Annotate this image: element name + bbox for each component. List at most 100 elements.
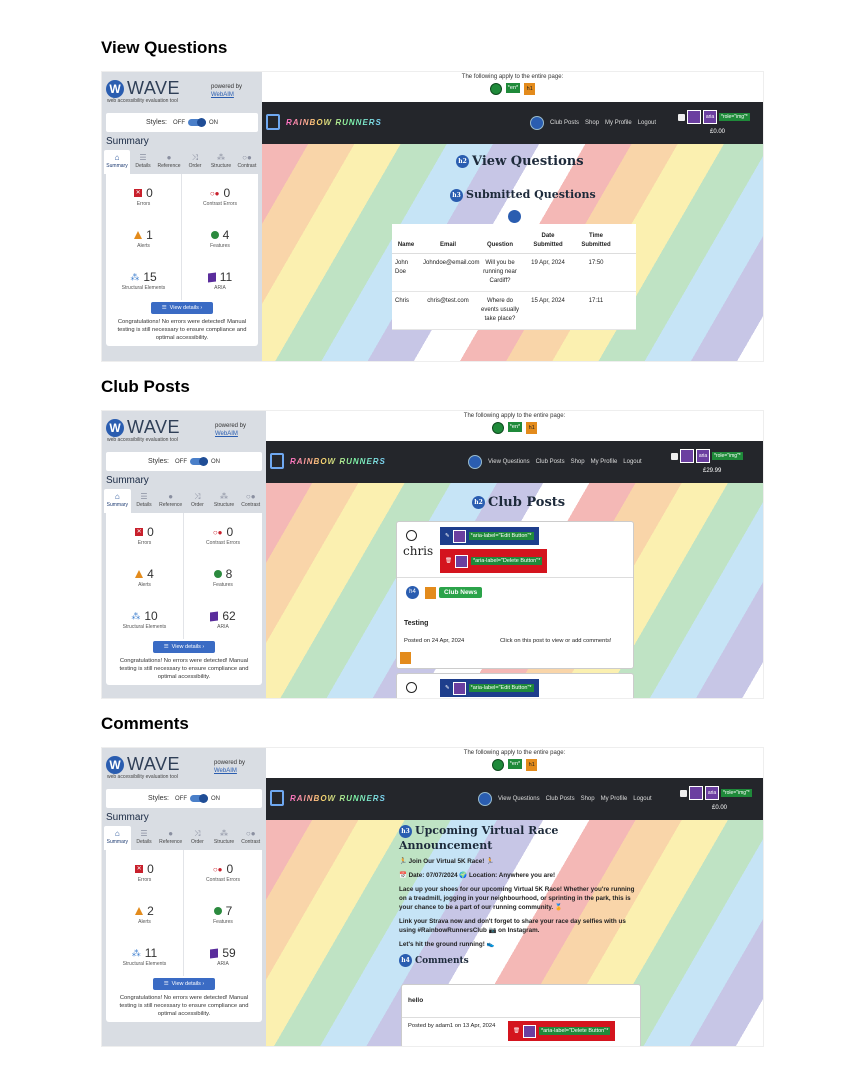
nav-my-profile[interactable]: My Profile	[601, 796, 628, 802]
lang-badge[interactable]: *en*	[505, 83, 521, 93]
edit-button[interactable]: ✎ *aria-label="Edit Button"*	[440, 679, 539, 697]
tab-structure[interactable]: ⁂ Structure	[211, 489, 238, 513]
features-count[interactable]: 8 Features	[184, 555, 262, 597]
cart[interactable]: aria *role="img"*	[671, 449, 743, 463]
alerts-count[interactable]: 2 Alerts	[106, 892, 184, 934]
structural-count[interactable]: ⁂ 10 Structural Elements	[106, 597, 184, 639]
nav-my-profile[interactable]: My Profile	[605, 120, 632, 126]
tab-order[interactable]: ⤨ Order	[182, 150, 208, 174]
tab-structure[interactable]: ⁂ Structure	[211, 826, 238, 850]
brand-logo[interactable]: RAINBOW RUNNERS	[266, 114, 382, 130]
nav-logout[interactable]: Logout	[623, 459, 641, 465]
styles-toggle[interactable]	[190, 457, 208, 466]
structural-count[interactable]: ⁂ 11 Structural Elements	[106, 934, 184, 976]
contrast-errors-count[interactable]: ○● 0 Contrast Errors	[182, 174, 258, 216]
aria-tag-icon	[452, 529, 466, 543]
error-icon: ✕	[135, 528, 144, 536]
nav-logout[interactable]: Logout	[633, 796, 651, 802]
bag-icon	[678, 113, 685, 121]
aria-icon	[210, 610, 219, 622]
nav-logout[interactable]: Logout	[638, 120, 656, 126]
features-count[interactable]: 7 Features	[184, 892, 262, 934]
nav-club-posts[interactable]: Club Posts	[536, 459, 565, 465]
errors-count[interactable]: ✕ 0 Errors	[106, 850, 184, 892]
tab-reference[interactable]: ● Reference	[156, 150, 182, 174]
aria-count[interactable]: 62 ARIA	[184, 597, 262, 639]
webaim-link[interactable]: WebAIM	[215, 431, 238, 437]
cart[interactable]: aria *role="img"*	[678, 110, 750, 124]
contrast-error-icon: ○●	[209, 188, 220, 198]
contrast-errors-count[interactable]: ○● 0 Contrast Errors	[184, 513, 262, 555]
tab-reference[interactable]: ● Reference	[157, 489, 184, 513]
styles-toggle[interactable]	[188, 118, 206, 127]
features-count[interactable]: 4 Features	[182, 216, 258, 258]
tab-structure[interactable]: ⁂ Structure	[208, 150, 234, 174]
tab-order[interactable]: ⤨ Order	[184, 489, 211, 513]
styles-toggle[interactable]	[190, 794, 208, 803]
delete-button[interactable]: 🗑 *aria-label="Delete Button"*	[440, 549, 548, 573]
alerts-count[interactable]: 4 Alerts	[106, 555, 184, 597]
tab-details[interactable]: ☰ Details	[131, 826, 158, 850]
tab-reference[interactable]: ● Reference	[157, 826, 184, 850]
post-line-date: 📅 Date: 07/07/2024 🌍 Location: Anywhere …	[399, 872, 556, 879]
section-title-comments: Comments	[101, 714, 189, 733]
tab-summary[interactable]: ⌂ Summary	[104, 826, 131, 850]
cart-price: £0.00	[712, 805, 728, 811]
language-icon[interactable]	[491, 759, 504, 771]
wave-logo: W WAVE	[106, 78, 180, 99]
tab-contrast[interactable]: ○● Contrast	[237, 489, 264, 513]
nav-club-posts[interactable]: Club Posts	[550, 120, 579, 126]
info-icon: ●	[168, 492, 174, 501]
wave-logo-icon: W	[106, 418, 124, 437]
brand-logo[interactable]: RAINBOW RUNNERS	[270, 790, 386, 806]
order-icon: ⤨	[191, 153, 199, 162]
post-card[interactable]: ✎ *aria-label="Edit Button"*	[396, 673, 634, 698]
post-cta[interactable]: Click on this post to view or add commen…	[500, 638, 611, 644]
navbar: RAINBOW RUNNERS Club Posts Shop My Profi…	[262, 102, 763, 144]
trash-icon: 🗑	[513, 1028, 520, 1034]
tab-details[interactable]: ☰ Details	[131, 489, 158, 513]
webaim-link[interactable]: WebAIM	[214, 768, 237, 774]
delete-button[interactable]: 🗑 *aria-label="Delete Button"*	[508, 1021, 616, 1041]
aria-count[interactable]: 11 ARIA	[182, 258, 258, 300]
structure-icon: ⁂	[220, 829, 229, 838]
navbar: RAINBOW RUNNERS View Questions Club Post…	[266, 441, 763, 483]
list-icon: ☰	[140, 829, 148, 838]
errors-count[interactable]: ✕ 0 Errors	[106, 513, 184, 555]
alerts-count[interactable]: 1 Alerts	[106, 216, 182, 258]
alert-icon	[135, 907, 144, 915]
language-icon[interactable]	[491, 422, 504, 434]
language-icon[interactable]	[489, 83, 502, 95]
post-card[interactable]: chris ✎ *aria-label="Edit Button"* 🗑 *aria…	[396, 521, 634, 669]
cart[interactable]: aria *role="img"*	[680, 786, 752, 800]
nav-shop[interactable]: Shop	[571, 459, 585, 465]
edit-button[interactable]: ✎ *aria-label="Edit Button"*	[440, 527, 539, 545]
nav-view-questions[interactable]: View Questions	[488, 459, 530, 465]
user-avatar-icon	[406, 682, 417, 693]
errors-count[interactable]: ✕ 0 Errors	[106, 174, 182, 216]
nav-shop[interactable]: Shop	[581, 796, 595, 802]
nav-view-questions[interactable]: View Questions	[498, 796, 540, 802]
view-details-button[interactable]: ☰ View details ›	[151, 302, 213, 314]
view-details-button[interactable]: ☰ View details ›	[153, 641, 215, 653]
tab-summary[interactable]: ⌂ Summary	[104, 489, 131, 513]
tab-order[interactable]: ⤨ Order	[184, 826, 211, 850]
wave-tabs: ⌂ Summary ☰ Details ● Reference ⤨ Order ⁂ Str…	[104, 826, 264, 850]
tab-contrast[interactable]: ○● Contrast	[234, 150, 260, 174]
webaim-link[interactable]: WebAIM	[211, 92, 234, 98]
aria-count[interactable]: 59 ARIA	[184, 934, 262, 976]
contrast-error-icon: ○●	[212, 527, 223, 537]
bag-icon	[680, 789, 687, 797]
contrast-errors-count[interactable]: ○● 0 Contrast Errors	[184, 850, 262, 892]
screenshot-comments: W WAVE web accessibility evaluation tool …	[101, 747, 764, 1047]
h1-badge[interactable]: h1	[524, 83, 536, 95]
brand-logo[interactable]: RAINBOW RUNNERS	[270, 453, 386, 469]
nav-club-posts[interactable]: Club Posts	[546, 796, 575, 802]
nav-my-profile[interactable]: My Profile	[591, 459, 618, 465]
tab-contrast[interactable]: ○● Contrast	[237, 826, 264, 850]
view-details-button[interactable]: ☰ View details ›	[153, 978, 215, 990]
tab-summary[interactable]: ⌂ Summary	[104, 150, 130, 174]
tab-details[interactable]: ☰ Details	[130, 150, 156, 174]
nav-shop[interactable]: Shop	[585, 120, 599, 126]
structural-count[interactable]: ⁂ 15 Structural Elements	[106, 258, 182, 300]
